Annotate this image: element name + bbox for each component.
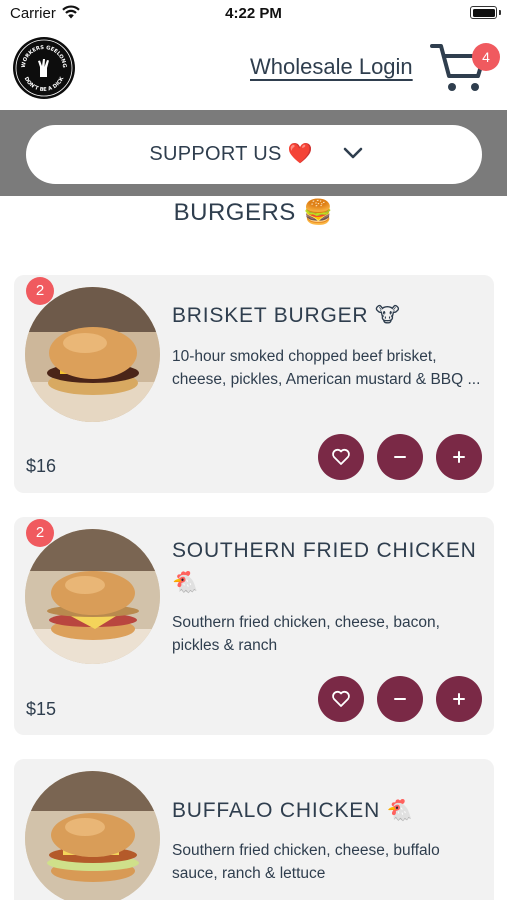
increase-quantity-button[interactable]	[436, 434, 482, 480]
wholesale-login-link[interactable]: Wholesale Login	[250, 54, 413, 80]
item-name: BRISKET BURGER 🐮	[172, 304, 401, 327]
item-name: BUFFALO CHICKEN 🐔	[172, 799, 414, 822]
item-photo	[25, 529, 160, 664]
menu-item-card[interactable]: 2 BRISKET BURGER 🐮 10-hour smoked choppe…	[14, 275, 494, 493]
quantity-badge: 2	[26, 519, 54, 547]
minus-icon	[394, 456, 406, 458]
increase-quantity-button[interactable]	[436, 676, 482, 722]
status-bar: Carrier 4:22 PM	[0, 0, 507, 28]
heart-icon	[332, 690, 350, 707]
item-photo	[25, 287, 160, 422]
item-name: SOUTHERN FRIED CHICKEN 🐔	[172, 539, 477, 594]
heart-icon	[332, 448, 350, 465]
battery-nub	[499, 10, 501, 15]
plus-icon	[453, 451, 465, 463]
support-us-label: SUPPORT US ❤️	[149, 143, 313, 165]
battery-icon	[470, 6, 497, 19]
favorite-button[interactable]	[318, 676, 364, 722]
item-price: $16	[26, 456, 57, 476]
item-photo	[25, 771, 160, 900]
support-us-dropdown[interactable]: SUPPORT US ❤️	[26, 125, 482, 184]
clock: 4:22 PM	[225, 5, 282, 22]
decrease-quantity-button[interactable]	[377, 434, 423, 480]
menu-item-card[interactable]: 2 SOUTHERN FRIED CHICKEN 🐔 Southern frie…	[14, 517, 494, 735]
menu-item-card[interactable]: BUFFALO CHICKEN 🐔 Southern fried chicken…	[14, 759, 494, 900]
favorite-button[interactable]	[318, 434, 364, 480]
item-description: 10-hour smoked chopped beef brisket, che…	[172, 348, 481, 388]
decrease-quantity-button[interactable]	[377, 676, 423, 722]
chevron-down-icon	[343, 147, 363, 159]
item-description: Southern fried chicken, cheese, buffalo …	[172, 842, 440, 882]
logo-text-bottom: DON'T BE A DICK	[23, 75, 66, 93]
section-title: BURGERS 🍔	[173, 199, 334, 226]
minus-icon	[394, 698, 406, 700]
item-description: Southern fried chicken, cheese, bacon, p…	[172, 614, 440, 654]
item-price: $15	[26, 699, 57, 719]
cart-count-badge: 4	[472, 43, 500, 71]
plus-icon	[453, 693, 465, 705]
brand-logo[interactable]: WORKERS GEELONG DON'T BE A DICK	[13, 37, 75, 99]
quantity-badge: 2	[26, 277, 54, 305]
logo-emblem: WORKERS GEELONG DON'T BE A DICK	[15, 39, 73, 97]
